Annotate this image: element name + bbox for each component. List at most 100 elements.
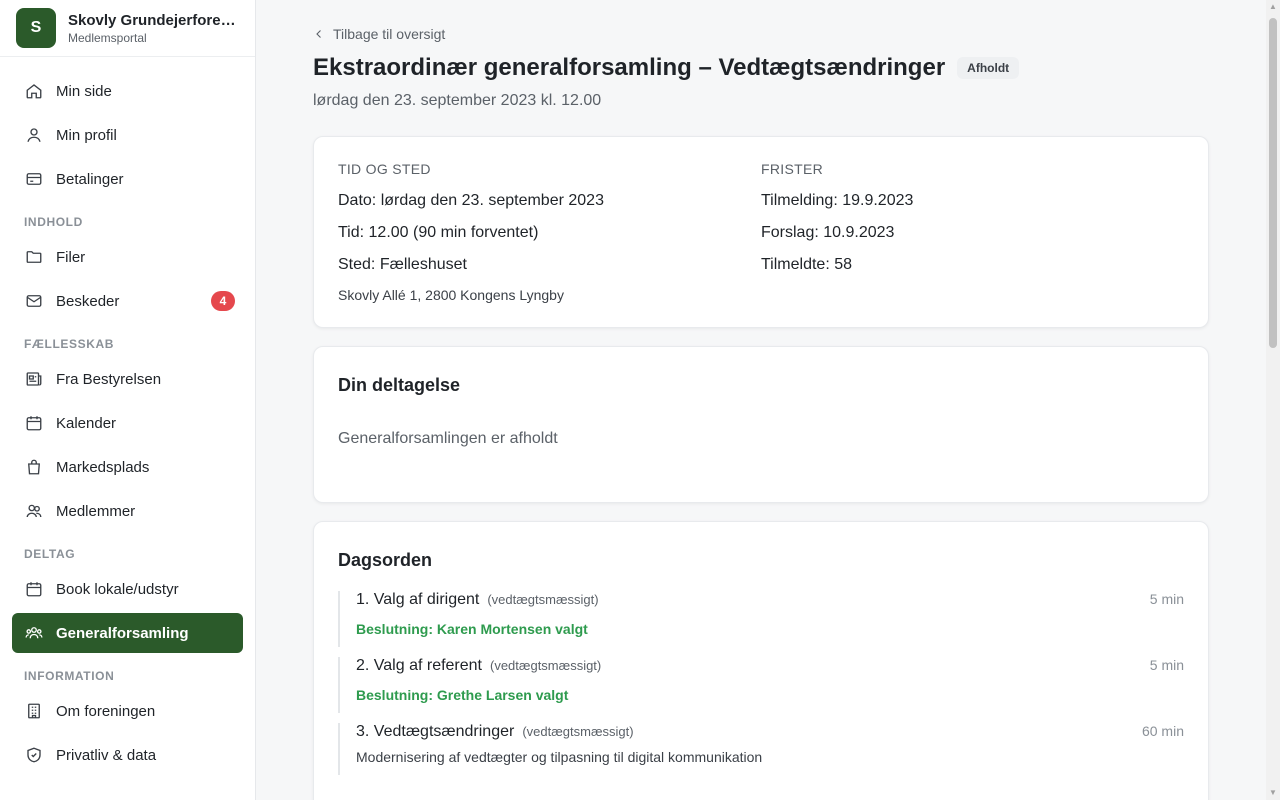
sidebar-item-fra-bestyrelsen[interactable]: Fra Bestyrelsen [12, 359, 243, 399]
registered-value: 58 [834, 256, 853, 273]
date-label: Dato: [338, 192, 377, 209]
card-icon [24, 169, 44, 189]
brand-subtitle: Medlemsportal [68, 30, 147, 45]
agenda-item[interactable]: 1. Valg af dirigent (vedtægtsmæssigt) 5 … [338, 591, 1184, 647]
mail-icon [24, 291, 44, 311]
sidebar-item-label: Min profil [56, 126, 117, 144]
group-icon [24, 623, 44, 643]
sidebar-item-beskeder[interactable]: Beskeder 4 [12, 281, 243, 321]
sidebar-item-label: Betalinger [56, 170, 124, 188]
agenda-item-tag: (vedtægtsmæssigt) [487, 592, 599, 607]
unread-count-badge: 4 [211, 291, 235, 311]
time-place-heading: TID OG STED [338, 161, 431, 177]
agenda-title: Dagsorden [338, 550, 433, 570]
sidebar-item-label: Medlemmer [56, 502, 136, 520]
agenda-item-title: 2. Valg af referent [356, 657, 482, 674]
sidebar-item-label: Beskeder [56, 292, 120, 310]
agenda-item-description: Modernisering af vedtægter og tilpasning… [356, 749, 763, 765]
participation-text: Generalforsamlingen er afholdt [338, 430, 558, 447]
agenda-item-decision: Beslutning: Karen Mortensen valgt [356, 621, 588, 637]
sidebar-item-label: Fra Bestyrelsen [56, 370, 162, 388]
brand-name: Skovly Grundejerforeni... [68, 11, 239, 29]
agenda-item-title: 1. Valg af dirigent [356, 591, 480, 608]
place-label: Sted: [338, 256, 376, 273]
nav-section-title: INFORMATION [24, 669, 115, 683]
registered-row: Tilmeldte: 58 [761, 249, 1184, 281]
proposal-label: Forslag: [761, 224, 819, 241]
users-icon [24, 501, 44, 521]
place-value: Fælleshuset [379, 256, 467, 273]
signup-label: Tilmelding: [761, 192, 838, 209]
sidebar-item-min-profil[interactable]: Min profil [12, 115, 243, 155]
brand-header[interactable]: S Skovly Grundejerforeni... Medlemsporta… [0, 0, 255, 57]
sidebar-item-privatliv[interactable]: Privatliv & data [12, 735, 243, 775]
sidebar-item-label: Privatliv & data [56, 746, 157, 764]
sidebar-item-label: Min side [56, 82, 112, 100]
agenda-item-duration: 60 min [1141, 723, 1184, 739]
address: Skovly Allé 1, 2800 Kongens Lyngby [338, 287, 564, 303]
agenda-item[interactable]: 2. Valg af referent (vedtægtsmæssigt) 5 … [338, 657, 1184, 713]
registered-label: Tilmeldte: [761, 256, 830, 273]
proposal-row: Forslag: 10.9.2023 [761, 217, 1184, 249]
sidebar-item-label: Markedsplads [56, 458, 150, 476]
sidebar-item-betalinger[interactable]: Betalinger [12, 159, 243, 199]
sidebar-item-markedsplads[interactable]: Markedsplads [12, 447, 243, 487]
proposal-value: 10.9.2023 [823, 224, 895, 241]
agenda-item-duration: 5 min [1149, 657, 1184, 673]
sidebar-item-medlemmer[interactable]: Medlemmer [12, 491, 243, 531]
deadlines-column: FRISTER Tilmelding: 19.9.2023 Forslag: 1… [761, 161, 1184, 303]
sidebar-item-min-side[interactable]: Min side [12, 71, 243, 111]
agenda-item-decision: Beslutning: Grethe Larsen valgt [356, 687, 569, 703]
sidebar-item-label: Book lokale/udstyr [56, 580, 179, 598]
scroll-up-arrow-icon[interactable]: ▲ [1269, 3, 1277, 11]
sidebar-item-label: Kalender [56, 414, 117, 432]
agenda-item-tag: (vedtægtsmæssigt) [490, 658, 602, 673]
agenda-item-tag: (vedtægtsmæssigt) [522, 724, 634, 739]
bag-icon [24, 457, 44, 477]
signup-value: 19.9.2023 [842, 192, 914, 209]
user-icon [24, 125, 44, 145]
sidebar-item-generalforsamling[interactable]: Generalforsamling [12, 613, 243, 653]
time-value: 12.00 (90 min forventet) [368, 224, 539, 241]
sidebar-item-kalender[interactable]: Kalender [12, 403, 243, 443]
date-value: lørdag den 23. september 2023 [380, 192, 604, 209]
agenda-list: 1. Valg af dirigent (vedtægtsmæssigt) 5 … [338, 591, 1184, 775]
home-icon [24, 81, 44, 101]
calendar-icon [24, 579, 44, 599]
sidebar: S Skovly Grundejerforeni... Medlemsporta… [0, 0, 256, 800]
newspaper-icon [24, 369, 44, 389]
info-card: TID OG STED Dato: lørdag den 23. septemb… [313, 136, 1209, 328]
sidebar-item-label: Generalforsamling [56, 624, 189, 642]
signup-row: Tilmelding: 19.9.2023 [761, 185, 1184, 217]
participation-card: Din deltagelse Generalforsamlingen er af… [313, 346, 1209, 503]
brand-logo: S [16, 8, 56, 48]
page-scrollbar[interactable]: ▲ ▼ [1266, 0, 1280, 800]
scroll-down-arrow-icon[interactable]: ▼ [1269, 789, 1277, 797]
calendar-icon [24, 413, 44, 433]
agenda-card: Dagsorden 1. Valg af dirigent (vedtægtsm… [313, 521, 1209, 800]
deadlines-heading: FRISTER [761, 161, 823, 177]
place-row: Sted: Fælleshuset [338, 249, 761, 281]
sidebar-item-label: Om foreningen [56, 702, 156, 720]
back-link-label: Tilbage til oversigt [333, 26, 446, 42]
sidebar-item-filer[interactable]: Filer [12, 237, 243, 277]
time-label: Tid: [338, 224, 365, 241]
sidebar-item-om-foreningen[interactable]: Om foreningen [12, 691, 243, 731]
agenda-item-title: 3. Vedtægtsændringer [356, 723, 515, 740]
agenda-item[interactable]: 3. Vedtægtsændringer (vedtægtsmæssigt) 6… [338, 723, 1184, 775]
agenda-item-duration: 5 min [1149, 591, 1184, 607]
nav-section-title: DELTAG [24, 547, 76, 561]
participation-title: Din deltagelse [338, 375, 461, 395]
back-link[interactable]: Tilbage til oversigt [313, 26, 1210, 42]
time-place-column: TID OG STED Dato: lørdag den 23. septemb… [338, 161, 761, 303]
folder-icon [24, 247, 44, 267]
nav-section-title: FÆLLESSKAB [24, 337, 114, 351]
page-title: Ekstraordinær generalforsamling – Vedtæg… [313, 54, 946, 81]
sidebar-item-book-lokale[interactable]: Book lokale/udstyr [12, 569, 243, 609]
sidebar-nav: Min side Min profil Betalinger INDHOLD F… [0, 57, 255, 775]
scrollbar-thumb[interactable] [1269, 18, 1277, 348]
page-subtitle: lørdag den 23. september 2023 kl. 12.00 [313, 92, 602, 109]
sidebar-item-label: Filer [56, 248, 86, 266]
status-badge: Afholdt [957, 57, 1020, 79]
chevron-left-icon [313, 28, 325, 40]
